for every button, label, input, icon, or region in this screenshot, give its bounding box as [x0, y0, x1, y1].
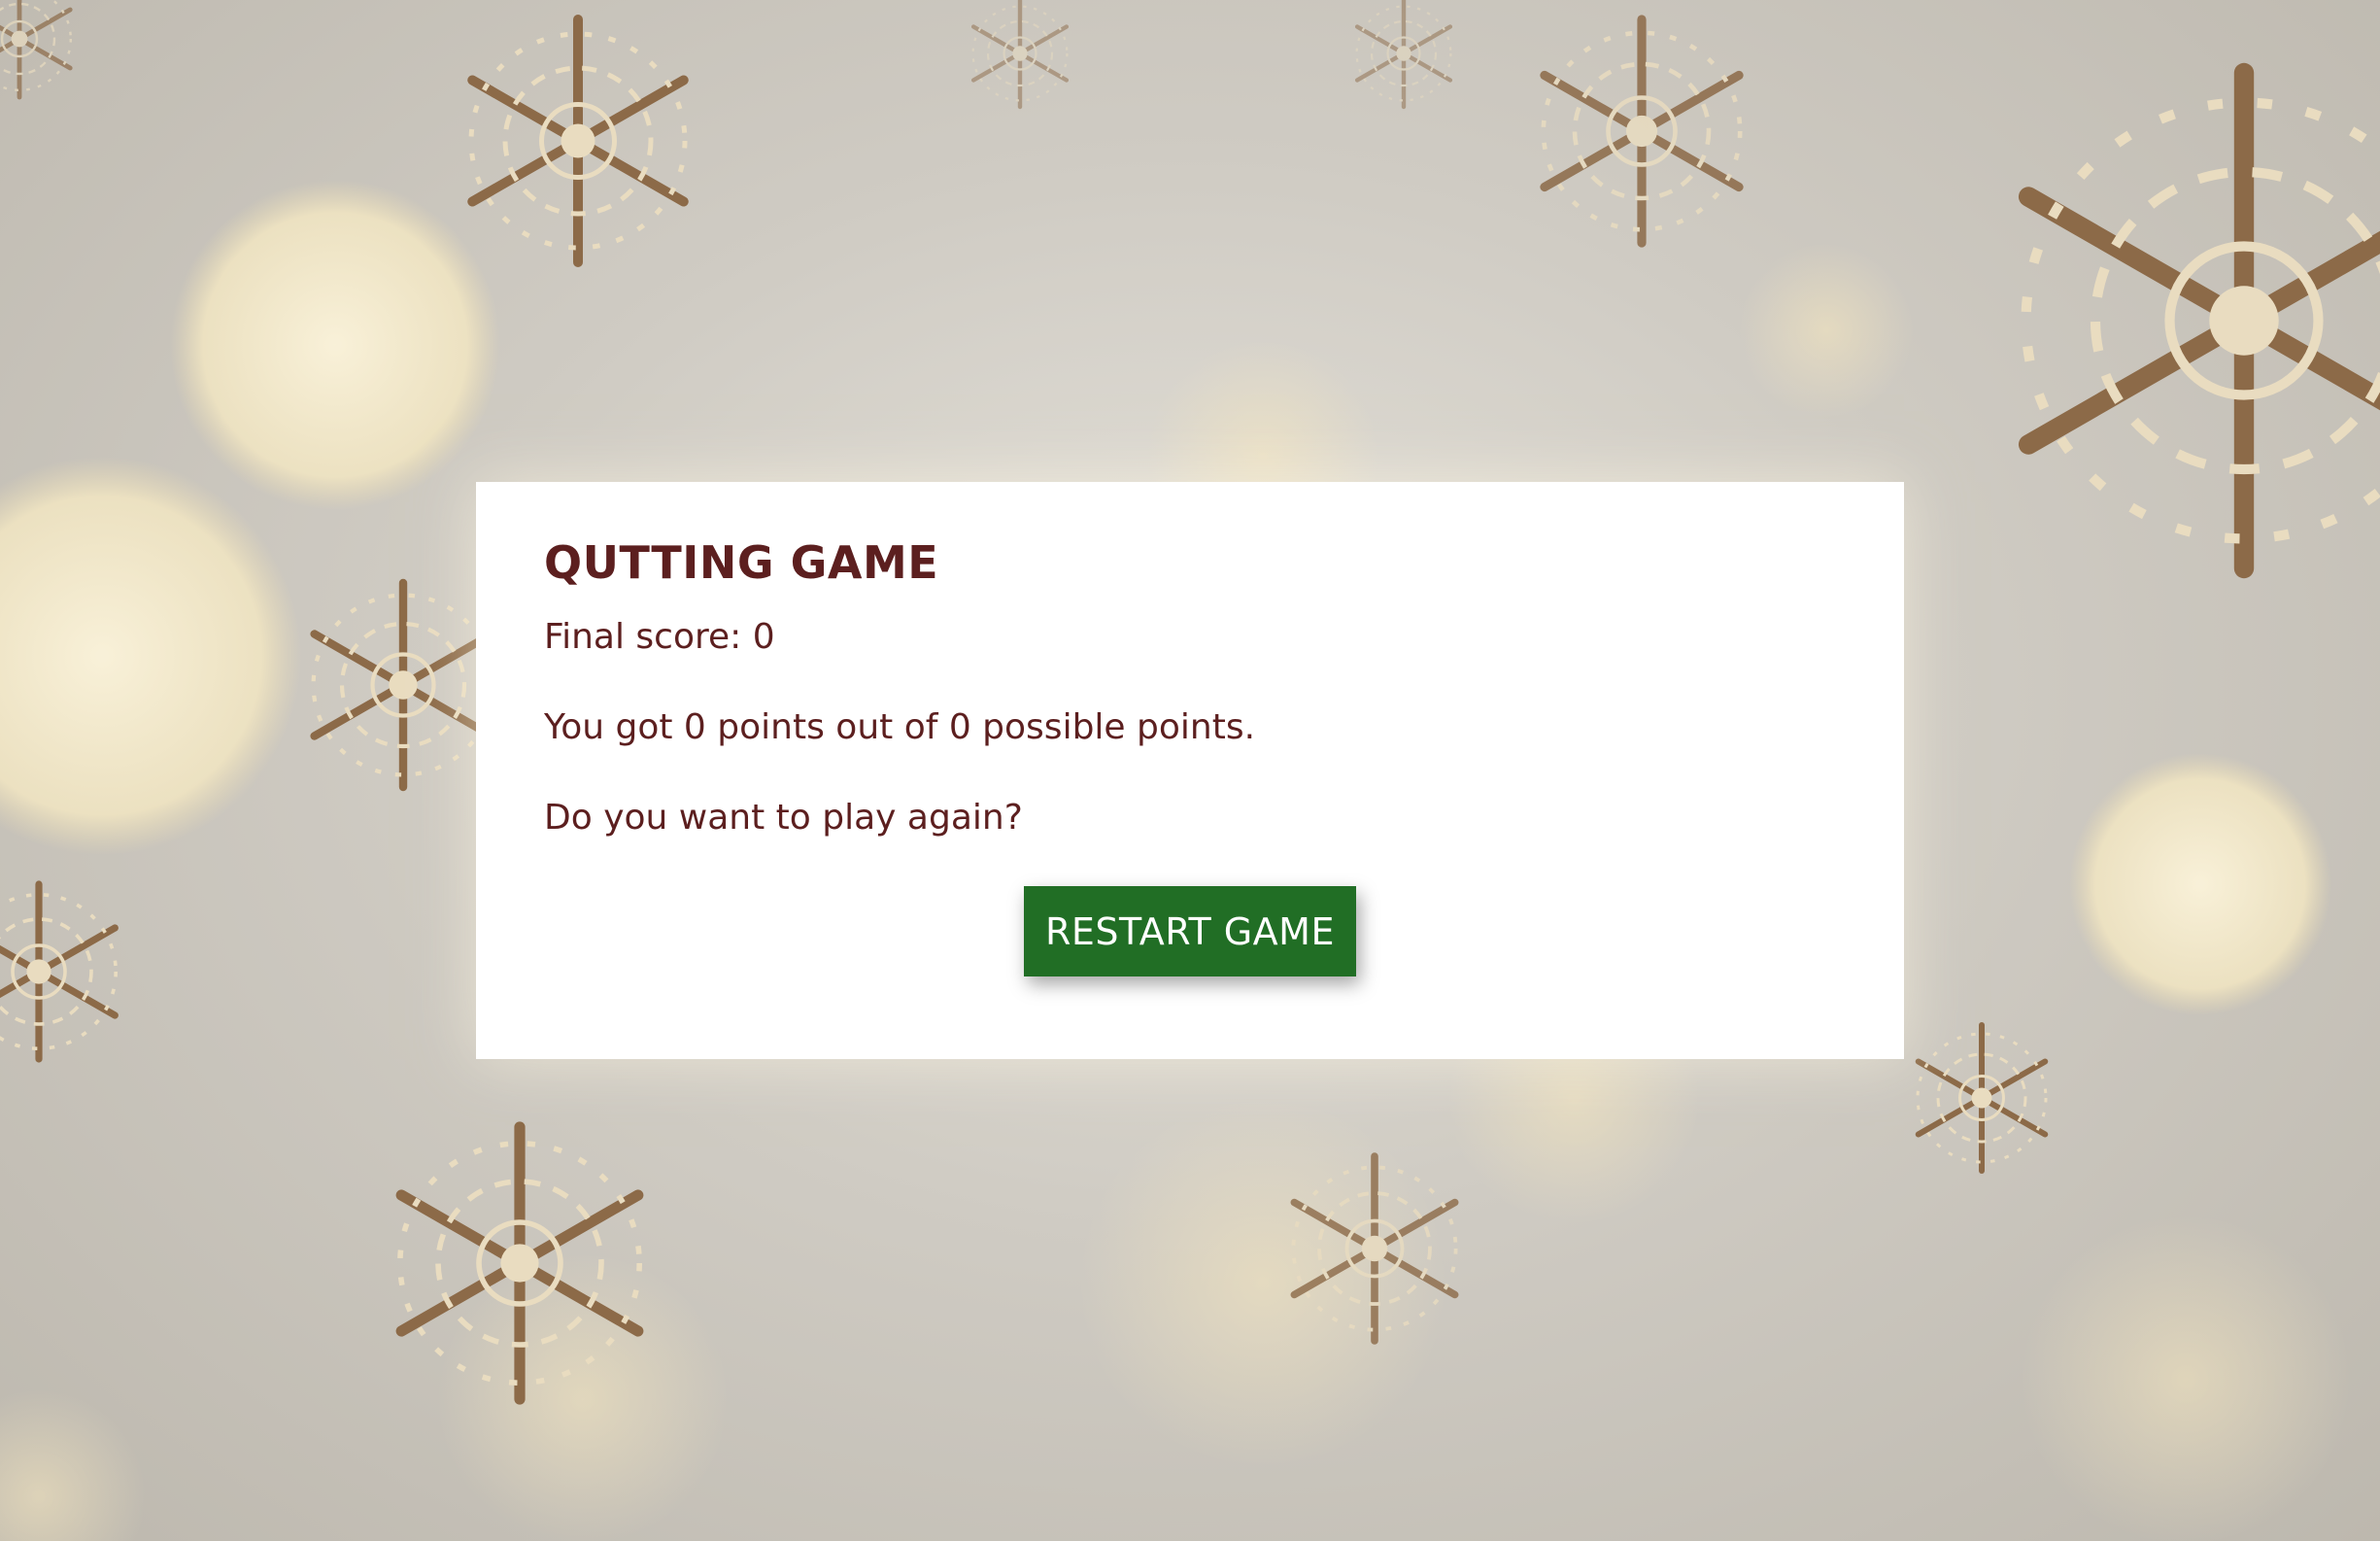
quit-game-modal: QUTTING GAME Final score: 0 You got 0 po…: [476, 482, 1904, 1059]
points-summary-text: You got 0 points out of 0 possible point…: [544, 707, 1256, 747]
play-again-question: Do you want to play again?: [544, 798, 1023, 838]
button-container: RESTART GAME: [544, 886, 1836, 976]
modal-title: QUTTING GAME: [544, 536, 939, 589]
restart-game-button[interactable]: RESTART GAME: [1024, 886, 1356, 976]
final-score-text: Final score: 0: [544, 617, 775, 657]
